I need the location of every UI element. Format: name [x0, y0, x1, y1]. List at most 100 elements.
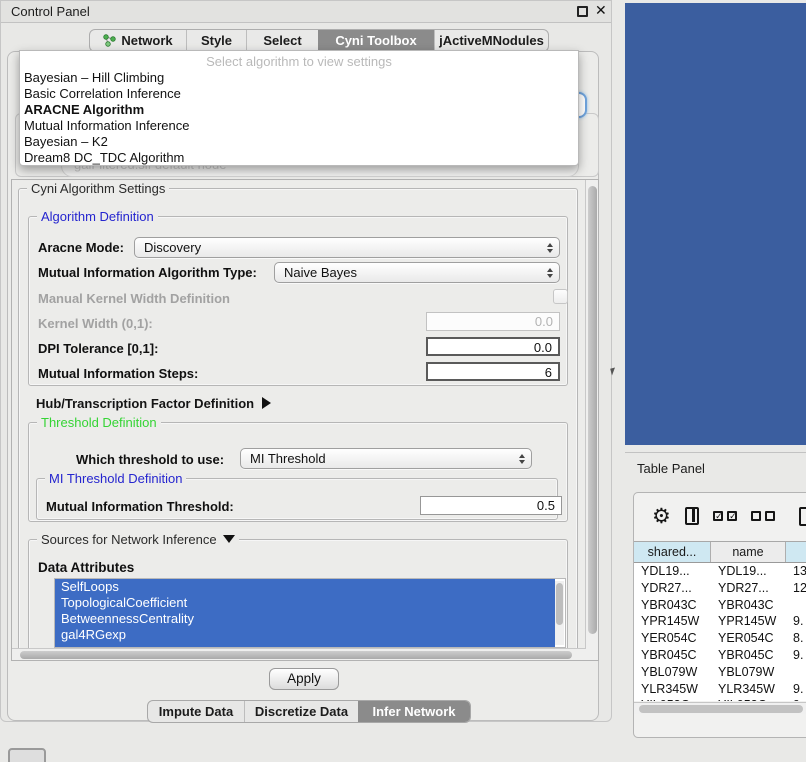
table-cell: YBR045C [634, 647, 711, 664]
column-header-clipped[interactable]: A [786, 542, 806, 562]
table-cell: 9. [786, 613, 806, 630]
dpi-tolerance-field[interactable]: 0.0 [426, 337, 560, 356]
algorithm-option[interactable]: Basic Correlation Inference [20, 86, 578, 102]
tab-label: jActiveMNodules [439, 33, 544, 48]
data-attributes-list[interactable]: SelfLoopsTopologicalCoefficientBetweenne… [54, 578, 566, 648]
list-vertical-scrollbar[interactable] [555, 581, 564, 645]
split-columns-icon[interactable] [685, 507, 699, 525]
close-icon[interactable]: ✕ [595, 2, 607, 19]
kernel-width-field[interactable]: 0.0 [426, 312, 560, 331]
settings-horizontal-scrollbar[interactable] [12, 648, 586, 660]
table-cell [786, 597, 806, 614]
table-row[interactable]: YBL079WYBL079W [634, 664, 806, 681]
settings-scroll-area: Cyni Algorithm Settings Algorithm Defini… [11, 179, 599, 661]
column-header-shared-name[interactable]: shared... [634, 542, 711, 562]
attribute-list-item[interactable]: SelfLoops [55, 579, 555, 595]
table-cell: YBR043C [711, 597, 786, 614]
aracne-mode-label: Aracne Mode: [38, 240, 124, 255]
group-title: MI Threshold Definition [45, 471, 186, 486]
settings-vertical-scrollbar[interactable] [585, 180, 598, 661]
table-panel: ⚙ ✓✓ shared... name A YDL19...YDL19...13… [633, 492, 806, 738]
table-row[interactable]: YDL19...YDL19...13 [634, 563, 806, 580]
table-cell: 8. [786, 630, 806, 647]
table-cell: YBL079W [634, 664, 711, 681]
table-row[interactable]: YER054CYER054C8. [634, 630, 806, 647]
tab-infer-network[interactable]: Infer Network [358, 701, 470, 722]
algorithm-list: Bayesian – Hill ClimbingBasic Correlatio… [20, 70, 578, 166]
scrollbar-thumb[interactable] [20, 651, 572, 659]
mi-type-combo[interactable]: Naive Bayes [274, 262, 560, 283]
tab-select[interactable]: Select [246, 30, 318, 51]
stepper-arrows-icon [541, 243, 559, 253]
table-cell: YPR145W [711, 613, 786, 630]
tab-impute-data[interactable]: Impute Data [148, 701, 244, 722]
dropdown-placeholder: Select algorithm to view settings [20, 54, 578, 70]
group-title: Sources for Network Inference [37, 532, 239, 547]
algorithm-option[interactable]: Dream8 DC_TDC Algorithm [20, 150, 578, 166]
table-cell: YDR27... [634, 580, 711, 597]
algorithm-option[interactable]: Bayesian – K2 [20, 134, 578, 150]
table-cell: YDL19... [634, 563, 711, 580]
table-cell [786, 664, 806, 681]
screen: Control Panel ✕ Network Style Select [0, 0, 806, 762]
attribute-list-item[interactable]: TopologicalCoefficient [55, 595, 555, 611]
scrollbar-thumb[interactable] [588, 186, 597, 634]
table-cell: YIL052C [711, 697, 786, 701]
panel-divider [625, 452, 806, 453]
network-view-frame[interactable]: GALGAL80GAL10GAL1GAL11SWI4GAL4GCY1HAP4YH… [625, 3, 806, 445]
table-row[interactable]: YBR043CYBR043C [634, 597, 806, 614]
group-title: Cyni Algorithm Settings [27, 181, 169, 196]
algorithm-option[interactable]: ARACNE Algorithm [20, 102, 578, 118]
attribute-list-item[interactable]: gal4RGexp [55, 627, 555, 643]
tab-network[interactable]: Network [90, 30, 186, 51]
unchecked-pair-icon[interactable] [751, 511, 775, 521]
tab-label: Select [263, 33, 301, 48]
table-row[interactable]: YDR27...YDR27...12 [634, 580, 806, 597]
clipped-bottom-button[interactable] [8, 748, 46, 762]
mi-steps-field[interactable]: 6 [426, 362, 560, 381]
group-title: Algorithm Definition [37, 209, 158, 224]
manual-kernel-checkbox[interactable] [553, 289, 568, 304]
which-threshold-label: Which threshold to use: [76, 452, 224, 467]
tab-discretize-data[interactable]: Discretize Data [244, 701, 358, 722]
mi-threshold-label: Mutual Information Threshold: [46, 499, 234, 514]
table-cell: YIL052C [634, 697, 711, 701]
mi-threshold-field[interactable]: 0.5 [420, 496, 562, 515]
tab-cyni-toolbox[interactable]: Cyni Toolbox [318, 30, 434, 51]
table-cell: YLR345W [711, 681, 786, 698]
table-row[interactable]: YBR045CYBR045C9. [634, 647, 806, 664]
table-row[interactable]: YIL052CYIL052C9 [634, 697, 806, 701]
column-header-name[interactable]: name [711, 542, 786, 562]
document-icon[interactable] [799, 507, 806, 526]
algorithm-option[interactable]: Bayesian – Hill Climbing [20, 70, 578, 86]
table-cell: YER054C [711, 630, 786, 647]
stepper-arrows-icon [541, 268, 559, 278]
table-cell: YDL19... [711, 563, 786, 580]
mi-type-label: Mutual Information Algorithm Type: [38, 265, 257, 280]
table-row[interactable]: YPR145WYPR145W9. [634, 613, 806, 630]
table-cell: 12 [786, 580, 806, 597]
table-cell: YBL079W [711, 664, 786, 681]
table-cell: YBR043C [634, 597, 711, 614]
algorithm-option[interactable]: Mutual Information Inference [20, 118, 578, 134]
float-panel-icon[interactable] [577, 6, 588, 17]
hub-section-toggle[interactable]: Hub/Transcription Factor Definition [36, 396, 271, 411]
tab-jactivemnodules[interactable]: jActiveMNodules [434, 30, 548, 51]
table-row[interactable]: YLR345WYLR345W9. [634, 681, 806, 698]
expand-arrow-icon [262, 397, 271, 409]
table-body: YDL19...YDL19...13YDR27...YDR27...12YBR0… [634, 563, 806, 701]
table-panel-title: Table Panel [637, 461, 705, 476]
gear-icon[interactable]: ⚙ [652, 506, 671, 527]
top-tab-bar: Network Style Select Cyni Toolbox jActiv… [89, 29, 549, 52]
tab-style[interactable]: Style [186, 30, 246, 51]
which-threshold-combo[interactable]: MI Threshold [240, 448, 532, 469]
bottom-tab-bar: Impute Data Discretize Data Infer Networ… [147, 700, 471, 723]
table-horizontal-scrollbar[interactable] [634, 702, 806, 714]
aracne-mode-combo[interactable]: Discovery [134, 237, 560, 258]
manual-kernel-label: Manual Kernel Width Definition [38, 291, 230, 306]
attribute-list-item[interactable]: BetweennessCentrality [55, 611, 555, 627]
table-cell: YDR27... [711, 580, 786, 597]
apply-button[interactable]: Apply [269, 668, 339, 690]
scrollbar-thumb[interactable] [639, 705, 803, 713]
checked-pair-icon[interactable]: ✓✓ [713, 511, 737, 521]
